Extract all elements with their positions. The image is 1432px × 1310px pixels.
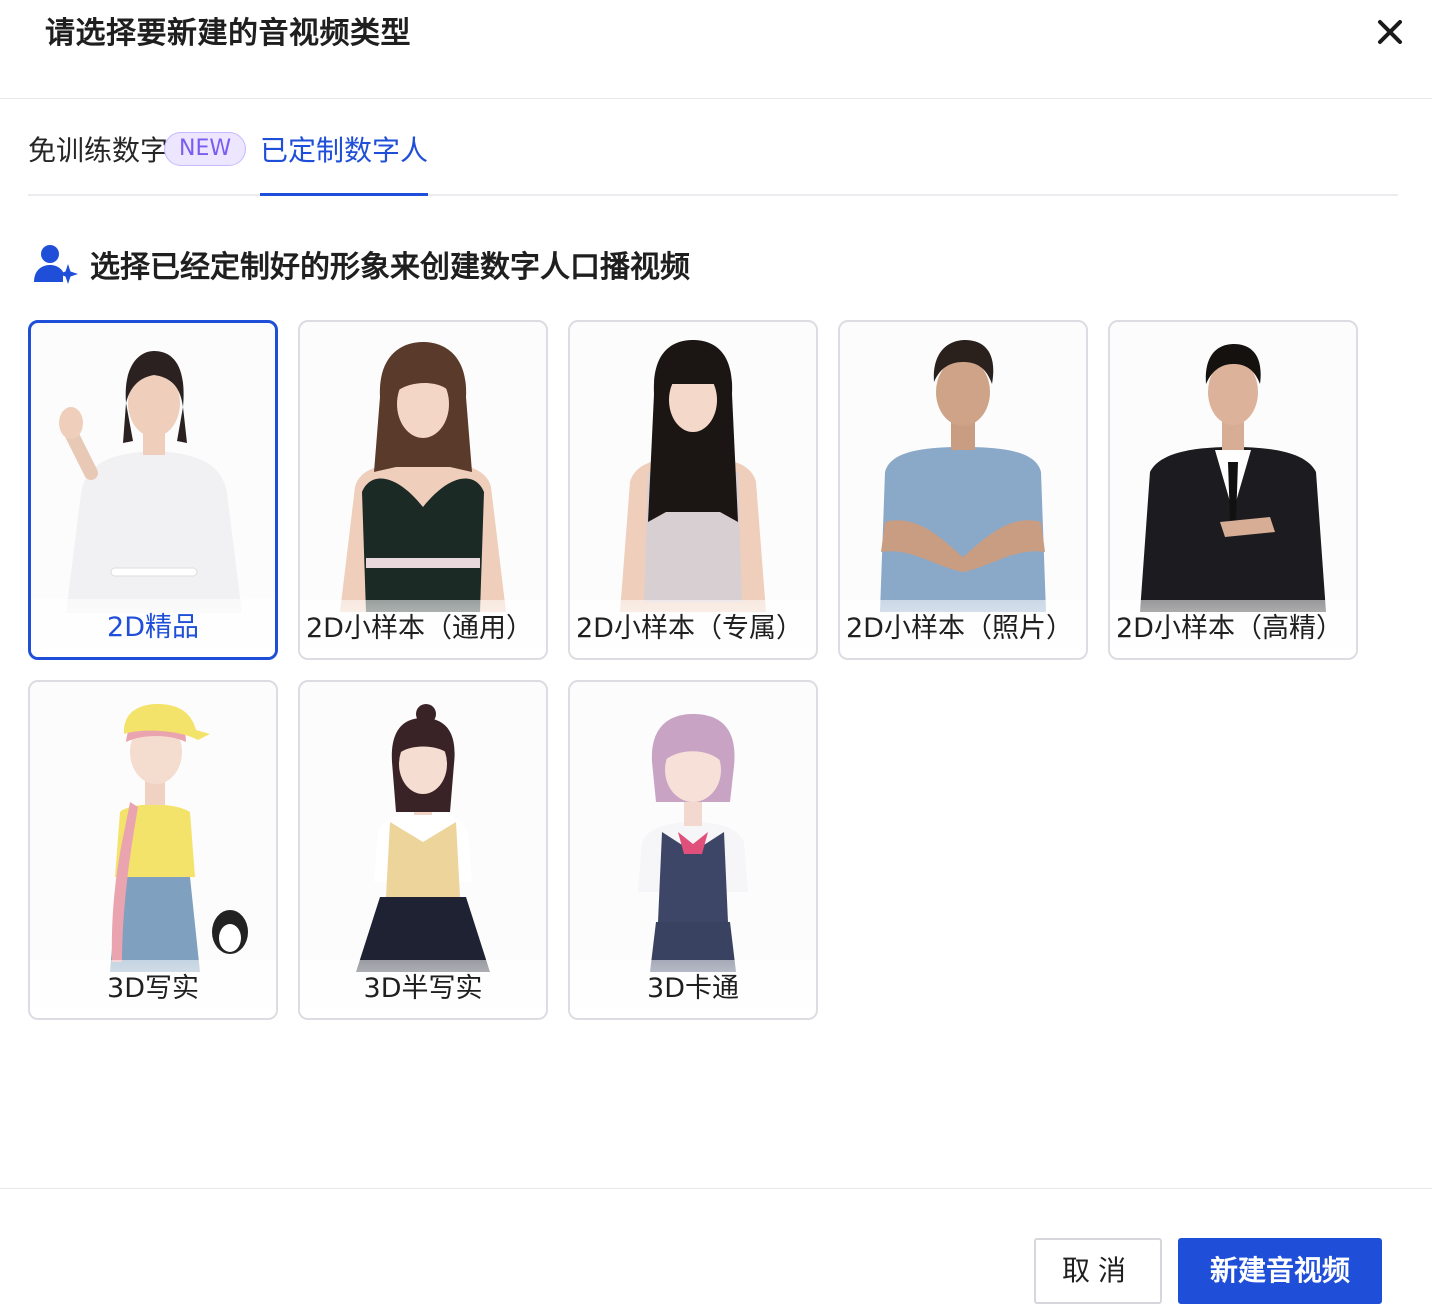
tab-bar: 免训练数字人 NEW 已定制数字人: [28, 99, 1398, 196]
avatar-man-black-suit-image: [1140, 344, 1326, 612]
dialog-title: 请选择要新建的音视频类型: [45, 16, 411, 51]
avatar-3d-girl-yellow-cap-image: [110, 704, 248, 972]
tab-untrained-avatar[interactable]: 免训练数字人 NEW: [28, 129, 247, 173]
card-label: 2D小样本（照片）: [840, 600, 1086, 658]
card-label: 2D小样本（高精）: [1110, 600, 1356, 658]
avatar-card-3d-cartoon[interactable]: 3D卡通: [568, 680, 818, 1020]
avatar-3d-cartoon-girl-pink-hair-image: [638, 714, 748, 972]
tab-custom-avatar[interactable]: 已定制数字人: [260, 129, 428, 196]
section-title: 选择已经定制好的形象来创建数字人口播视频: [90, 250, 690, 285]
avatar-card-2d-few-shot-exclusive[interactable]: 2D小样本（专属）: [568, 320, 818, 660]
create-media-button[interactable]: 新建音视频: [1178, 1238, 1382, 1304]
avatar-woman-white-dress-image: [59, 351, 242, 613]
tab-label: 已定制数字人: [260, 134, 429, 167]
card-label: 2D小样本（通用）: [300, 600, 546, 658]
avatar-woman-black-dress-image: [340, 342, 506, 612]
card-label: 2D小样本（专属）: [570, 600, 816, 658]
new-media-dialog: 请选择要新建的音视频类型 免训练数字人 NEW 已定制数字人 选择已经定制好的形…: [0, 0, 1432, 1310]
avatar-woman-silver-top-image: [620, 340, 766, 612]
avatar-card-3d-semi-realistic[interactable]: 3D半写实: [298, 680, 548, 1020]
card-label: 2D精品: [31, 599, 275, 657]
avatar-card-2d-premium[interactable]: 2D精品: [28, 320, 278, 660]
avatar-card-2d-few-shot-general[interactable]: 2D小样本（通用）: [298, 320, 548, 660]
avatar-man-blue-tshirt-image: [880, 340, 1046, 612]
dialog-footer: 取消 新建音视频: [0, 1188, 1432, 1310]
avatar-3d-girl-school-uniform-image: [356, 704, 490, 972]
cancel-button[interactable]: 取消: [1034, 1238, 1162, 1304]
card-label: 3D半写实: [300, 960, 546, 1018]
card-label: 3D卡通: [570, 960, 816, 1018]
user-sparkle-icon: [34, 245, 78, 284]
avatar-card-2d-few-shot-photo[interactable]: 2D小样本（照片）: [838, 320, 1088, 660]
avatar-card-2d-few-shot-hd[interactable]: 2D小样本（高精）: [1108, 320, 1358, 660]
new-badge: NEW: [164, 132, 247, 166]
card-label: 3D写实: [30, 960, 276, 1018]
avatar-card-3d-realistic[interactable]: 3D写实: [28, 680, 278, 1020]
close-icon[interactable]: [1368, 10, 1412, 54]
dialog-header: 请选择要新建的音视频类型: [0, 0, 1432, 99]
